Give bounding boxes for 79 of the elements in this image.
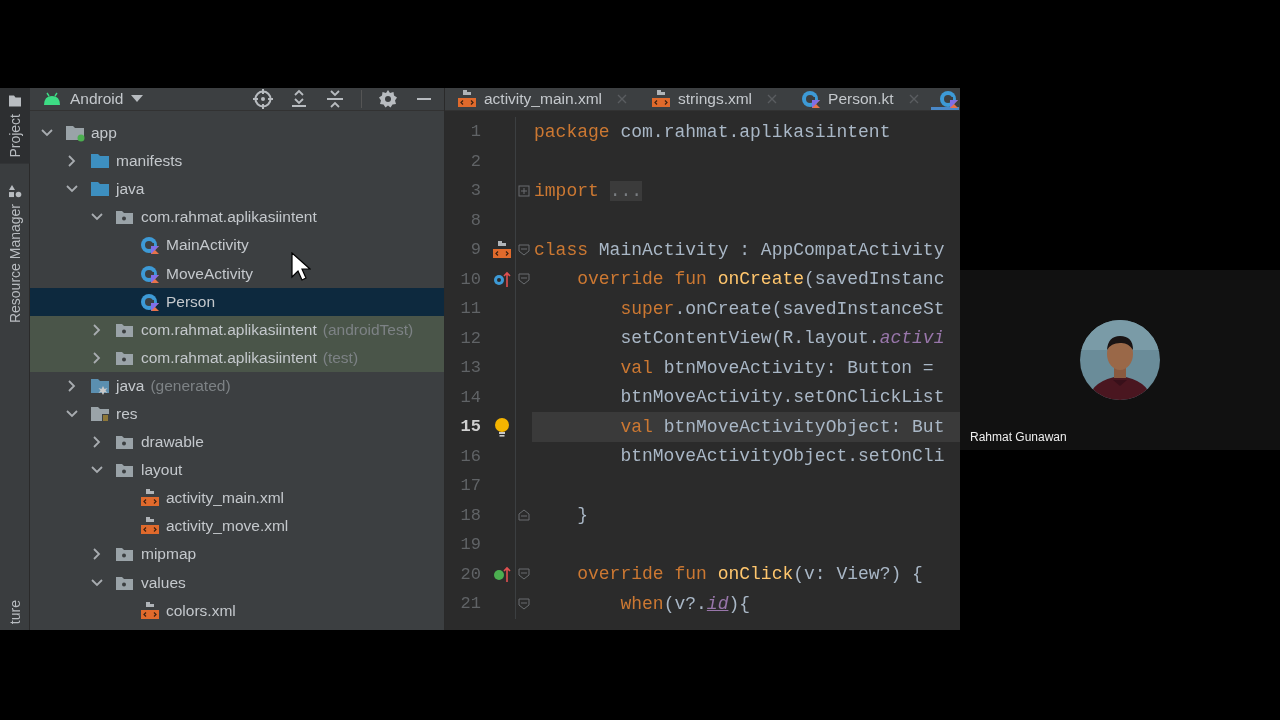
expand-all-icon[interactable] <box>289 89 309 109</box>
override-icon[interactable] <box>492 269 512 290</box>
code-line: btnMoveActivityObject.setOnCli <box>619 445 946 469</box>
editor-tab[interactable]: Person.kt <box>789 88 931 110</box>
caret-icon <box>131 95 144 103</box>
line-number: 10 <box>459 269 481 289</box>
line-number: 20 <box>459 564 481 584</box>
participant-name: Rahmat Gunawan <box>970 430 1067 444</box>
editor-tab[interactable] <box>930 88 959 110</box>
xml-file-icon <box>140 516 160 537</box>
code-line: val btnMoveActivity: Button = <box>619 356 935 380</box>
implement-icon[interactable] <box>492 564 512 585</box>
line-number: 19 <box>459 535 481 555</box>
line-number: 9 <box>469 240 481 260</box>
xml-file-icon <box>140 600 160 621</box>
collapse-all-icon[interactable] <box>325 89 345 109</box>
line-number: 21 <box>459 594 481 614</box>
tree-item[interactable]: com.rahmat.aplikasiintent (test) <box>30 343 444 372</box>
tree-item[interactable]: MainActivity <box>30 231 444 260</box>
lightbulb-icon[interactable] <box>492 416 512 437</box>
folder-icon <box>7 94 22 108</box>
tree-item[interactable]: layout <box>30 456 444 485</box>
tree-item[interactable]: colors.xml <box>30 596 444 625</box>
tree-item[interactable]: com.rahmat.aplikasiintent <box>30 203 444 232</box>
code-line: override fun onClick(v: View?) { <box>576 563 924 587</box>
tree-item[interactable]: res <box>30 399 444 429</box>
line-number: 3 <box>469 181 481 201</box>
mouse-pointer-icon <box>291 252 311 282</box>
code-line: btnMoveActivity.setOnClickList <box>619 386 946 410</box>
code-line: when(v?.id){ <box>619 592 752 616</box>
android-icon <box>42 92 62 106</box>
code-line: } <box>576 504 589 528</box>
tree-item[interactable]: com.rahmat.aplikasiintent (androidTest) <box>30 315 444 344</box>
code-line: import ... <box>533 179 644 203</box>
code-line: override fun onCreate(savedInstanc <box>576 268 946 292</box>
tree-item[interactable]: drawable <box>30 428 444 457</box>
tree-item[interactable]: activity_move.xml <box>30 512 444 541</box>
tree-item[interactable]: values <box>30 568 444 597</box>
line-number: 12 <box>459 328 481 348</box>
locate-icon[interactable] <box>253 89 273 109</box>
tree-item[interactable]: java (generated) <box>30 371 444 400</box>
tree-item[interactable]: app <box>30 119 444 148</box>
line-number: 18 <box>459 505 481 525</box>
shapes-icon <box>7 183 22 198</box>
kotlin-class-icon <box>140 291 160 312</box>
xml-file-icon <box>457 89 477 109</box>
line-number: 13 <box>459 358 481 378</box>
code-line: setContentView(R.layout.activi <box>619 327 946 351</box>
tree-item[interactable]: Person <box>30 287 444 316</box>
layout-file-icon[interactable] <box>492 239 512 260</box>
line-number: 15 <box>459 417 481 437</box>
line-number: 8 <box>469 210 481 230</box>
xml-file-icon <box>651 89 671 109</box>
line-number: 11 <box>459 299 481 319</box>
code-line: package com.rahmat.aplikasiintent <box>533 120 892 144</box>
editor-tab[interactable]: strings.xml <box>639 88 790 110</box>
tree-item[interactable]: MoveActivity <box>30 259 444 288</box>
tree-item[interactable]: mipmap <box>30 540 444 569</box>
kotlin-class-icon <box>140 263 160 284</box>
xml-file-icon <box>140 488 160 509</box>
line-number: 16 <box>459 446 481 466</box>
view-selector[interactable]: Android <box>42 90 144 108</box>
line-number: 2 <box>469 151 481 171</box>
resource-folder-icon <box>90 404 110 424</box>
tool-window-tab[interactable]: ture <box>0 593 30 630</box>
module-folder-icon <box>65 123 85 144</box>
settings-icon[interactable] <box>378 89 398 109</box>
kotlin-class-icon <box>140 235 160 256</box>
tool-window-tab[interactable]: Project <box>0 88 30 164</box>
line-number: 1 <box>469 122 481 142</box>
tree-item[interactable]: java <box>30 175 444 204</box>
editor-tab[interactable]: activity_main.xml <box>445 88 639 110</box>
tool-window-tab[interactable]: Resource Manager <box>0 177 30 329</box>
tree-item[interactable]: activity_main.xml <box>30 484 444 513</box>
line-number: 14 <box>459 387 481 407</box>
tree-item[interactable]: manifests <box>30 147 444 176</box>
code-line: super.onCreate(savedInstanceSt <box>619 297 946 321</box>
code-line: class MainActivity : AppCompatActivity <box>533 238 946 262</box>
line-number: 17 <box>459 476 481 496</box>
